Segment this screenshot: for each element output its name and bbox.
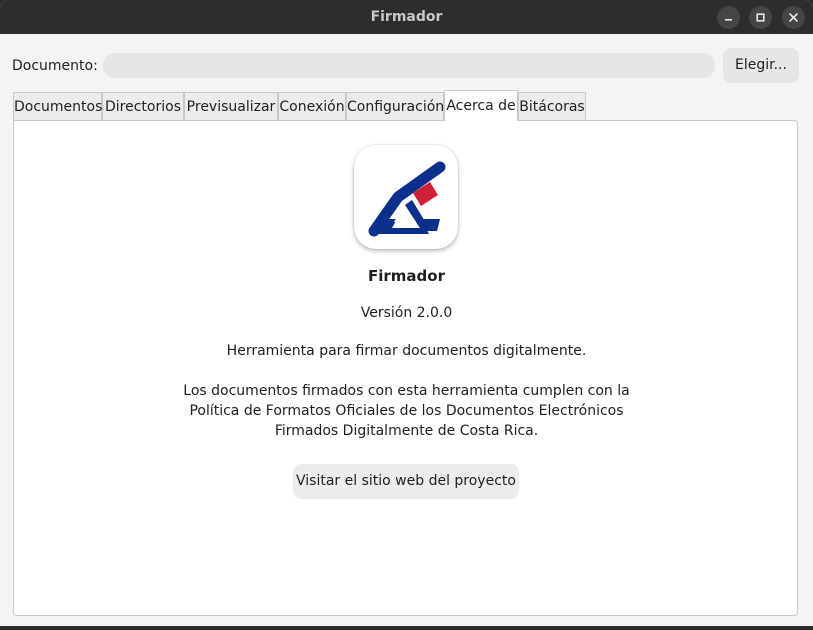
app-description: Herramienta para firmar documentos digit…	[226, 343, 587, 359]
visit-website-button[interactable]: Visitar el sitio web del proyecto	[293, 464, 519, 499]
tab-directorios[interactable]: Directorios	[102, 92, 184, 120]
maximize-button[interactable]	[749, 6, 772, 29]
tab-bitacoras[interactable]: Bitácoras	[518, 92, 586, 120]
app-name: Firmador	[368, 267, 445, 285]
legal-line-2: Política de Formatos Oficiales de los Do…	[189, 403, 624, 419]
tab-configuracion[interactable]: Configuración	[346, 92, 444, 120]
tab-acerca-de[interactable]: Acerca de	[444, 90, 518, 121]
about-panel: Firmador Versión 2.0.0 Herramienta para …	[13, 120, 798, 616]
app-window: Firmador Documento: Elegir... Documentos…	[0, 0, 813, 630]
app-legal-notice: Los documentos firmados con esta herrami…	[164, 381, 649, 441]
choose-document-button[interactable]: Elegir...	[723, 48, 799, 83]
tab-documentos[interactable]: Documentos	[13, 92, 102, 120]
legal-line-3: Firmados Digitalmente de Costa Rica.	[274, 423, 539, 439]
legal-line-1: Los documentos firmados con esta herrami…	[183, 383, 630, 399]
minimize-button[interactable]	[717, 6, 740, 29]
title-bar[interactable]: Firmador	[0, 0, 813, 34]
app-logo	[354, 145, 458, 249]
document-label: Documento:	[12, 58, 98, 74]
tab-previsualizar[interactable]: Previsualizar	[184, 92, 278, 120]
close-icon	[789, 13, 798, 22]
window-title: Firmador	[370, 9, 443, 25]
window-bottom-edge	[0, 626, 813, 630]
maximize-icon	[756, 13, 765, 22]
minimize-icon	[725, 19, 732, 21]
firmador-logo-icon	[368, 161, 446, 237]
close-button[interactable]	[782, 6, 805, 29]
tab-conexion[interactable]: Conexión	[278, 92, 346, 120]
app-version: Versión 2.0.0	[360, 305, 453, 321]
document-path-field[interactable]	[103, 53, 715, 78]
